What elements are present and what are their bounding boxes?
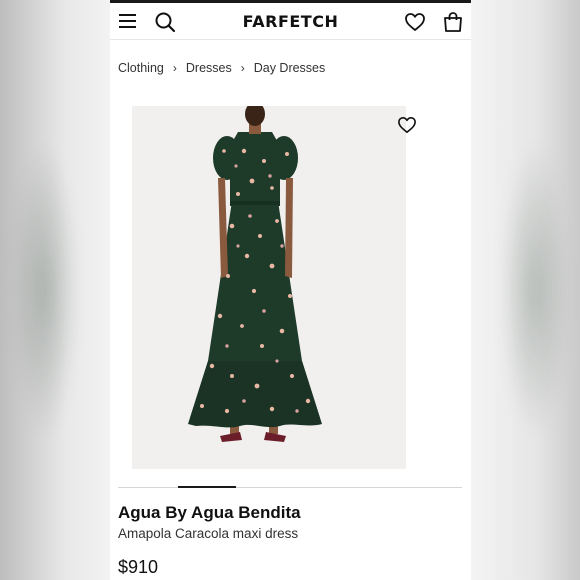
carousel-indicator-active[interactable] xyxy=(178,486,236,488)
blurred-background-right xyxy=(471,0,580,580)
product-brand[interactable]: Agua By Agua Bendita xyxy=(118,503,301,523)
carousel-indicator-track xyxy=(118,487,462,488)
chevron-right-icon: › xyxy=(240,61,245,75)
breadcrumb-item-day-dresses[interactable]: Day Dresses xyxy=(254,61,326,75)
breadcrumb: Clothing › Dresses › Day Dresses xyxy=(118,61,325,75)
heart-outline-icon[interactable] xyxy=(396,115,418,135)
product-image[interactable] xyxy=(132,106,406,469)
product-page: FARFETCH Clothing › Dresses › Day Dresse… xyxy=(110,0,471,580)
product-name: Amapola Caracola maxi dress xyxy=(118,526,299,541)
breadcrumb-item-dresses[interactable]: Dresses xyxy=(186,61,232,75)
blurred-dress-shadow xyxy=(10,140,80,440)
breadcrumb-item-clothing[interactable]: Clothing xyxy=(118,61,164,75)
wishlist-icon[interactable] xyxy=(404,11,426,33)
bag-icon[interactable] xyxy=(442,11,464,33)
product-price: $910 xyxy=(118,557,159,577)
blurred-dress-shadow xyxy=(500,140,570,440)
blurred-background-left xyxy=(0,0,110,580)
app-header: FARFETCH xyxy=(110,3,471,40)
dress-photo xyxy=(188,106,322,442)
chevron-right-icon: › xyxy=(172,61,177,75)
